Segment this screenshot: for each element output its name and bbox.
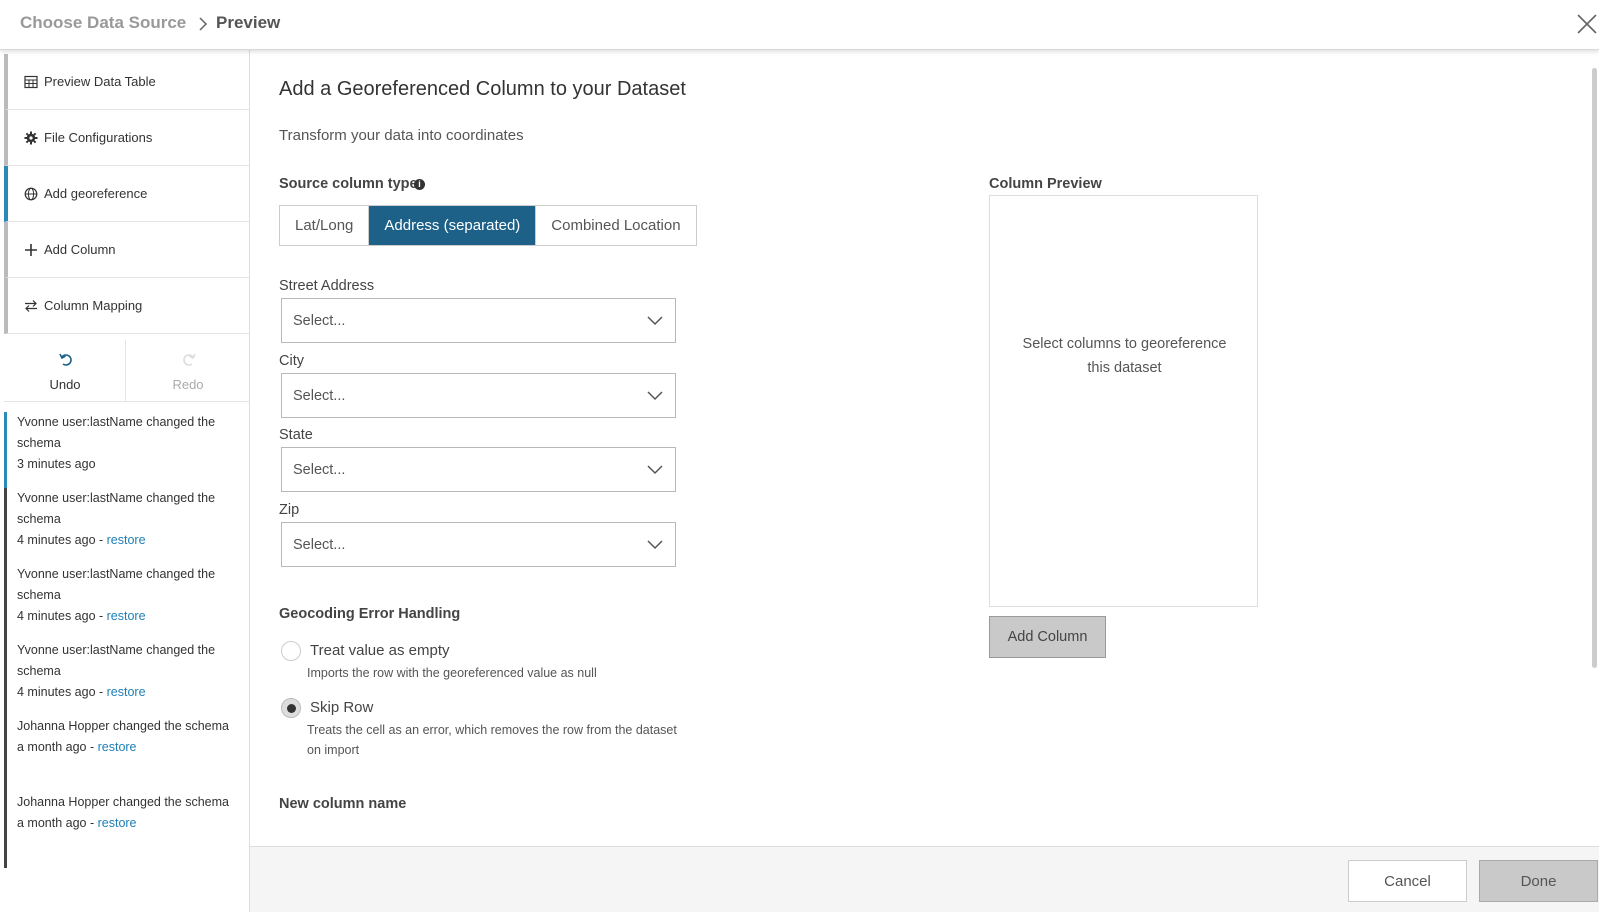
cancel-button[interactable]: Cancel [1348,860,1467,902]
history-time: a month ago - restore [17,740,137,754]
chevron-down-icon [647,465,663,475]
restore-link[interactable]: restore [98,740,137,754]
state-select[interactable]: Select... [281,447,676,492]
history-text: Johanna Hopper changed the schema [17,795,229,809]
zip-label: Zip [279,502,300,518]
column-preview-empty-text: Select columns to georeference this data… [1022,336,1227,376]
add-column-button[interactable]: Add Column [989,616,1106,658]
zip-select[interactable]: Select... [281,522,676,567]
segment-address-separated[interactable]: Address (separated) [369,206,537,245]
main-scrollbar[interactable] [1592,68,1597,668]
history-text: Johanna Hopper changed the schema [17,719,229,733]
history-text: Yvonne user:lastName changed the schema [17,567,216,602]
street-address-label: Street Address [279,278,375,294]
history-text: Yvonne user:lastName changed the schema [17,643,216,678]
select-value: Select... [293,462,346,478]
restore-link[interactable]: restore [107,609,146,623]
skip-row-description: Treats the cell as an error, which remov… [307,723,677,757]
sidebar-item-file-configurations[interactable]: File Configurations [4,110,250,166]
history-time: 4 minutes ago - restore [17,533,146,547]
plus-icon [24,243,38,257]
history-item: Yvonne user:lastName changed the schema … [4,564,250,640]
globe-icon [24,187,38,201]
sidebar-item-preview-data-table[interactable]: Preview Data Table [4,54,250,110]
chevron-down-icon [647,540,663,550]
new-column-name-label: New column name [279,796,407,812]
sidebar-item-add-column[interactable]: Add Column [4,222,250,278]
undo-label: Undo [49,377,81,392]
info-icon[interactable]: i [414,179,425,190]
sidebar-item-label: Column Mapping [44,298,143,313]
history-time: 4 minutes ago - restore [17,685,146,699]
redo-label: Redo [172,377,204,392]
column-preview-box: Select columns to georeference this data… [989,195,1258,607]
chevron-down-icon [647,391,663,401]
street-address-select[interactable]: Select... [281,298,676,343]
restore-link[interactable]: restore [107,533,146,547]
undo-icon [59,353,72,366]
error-handling-label: Geocoding Error Handling [279,606,461,622]
history-time: a month ago - restore [17,816,137,830]
select-value: Select... [293,388,346,404]
column-preview-label: Column Preview [989,176,1102,192]
segment-combined-location[interactable]: Combined Location [536,206,696,245]
redo-button[interactable]: Redo [127,340,249,402]
main-panel: Add a Georeferenced Column to your Datas… [250,50,1599,850]
close-icon[interactable] [1575,12,1599,36]
segment-lat-long[interactable]: Lat/Long [280,206,370,245]
source-type-segmented-control: Lat/Long Address (separated) Combined Lo… [279,205,697,246]
history-item: Yvonne user:lastName changed the schema … [4,640,250,716]
sidebar-item-label: File Configurations [44,130,153,145]
sidebar-item-label: Add Column [44,242,116,257]
page-subtitle: Transform your data into coordinates [279,127,524,144]
change-history-list: Yvonne user:lastName changed the schema … [4,412,250,868]
chevron-right-icon [199,17,208,31]
history-item: Johanna Hopper changed the schema a mont… [4,716,250,792]
modal-header: Choose Data Source Preview [0,0,1599,50]
history-time: 4 minutes ago - restore [17,609,146,623]
breadcrumb-current: Preview [216,13,281,32]
sidebar: Preview Data Table File Configurations A… [0,50,250,912]
sidebar-item-label: Add georeference [44,186,148,201]
skip-row-radio[interactable] [281,698,301,718]
redo-icon [183,353,196,366]
undo-redo-bar: Undo Redo [4,340,250,402]
treat-empty-radio[interactable] [281,641,301,661]
city-select[interactable]: Select... [281,373,676,418]
city-label: City [279,353,304,369]
restore-link[interactable]: restore [98,816,137,830]
treat-empty-description: Imports the row with the georeferenced v… [307,666,597,680]
history-item: Johanna Hopper changed the schema a mont… [4,792,250,868]
sidebar-item-column-mapping[interactable]: Column Mapping [4,278,250,334]
undo-button[interactable]: Undo [4,340,126,402]
table-icon [24,75,38,89]
done-button[interactable]: Done [1479,860,1598,902]
history-text: Yvonne user:lastName changed the schema [17,491,216,526]
skip-row-title: Skip Row [310,699,374,716]
breadcrumb-parent[interactable]: Choose Data Source [20,13,186,33]
page-title: Add a Georeferenced Column to your Datas… [279,78,686,100]
gear-icon [24,131,38,145]
source-type-label: Source column type [279,176,418,192]
history-item: Yvonne user:lastName changed the schema … [4,488,250,564]
restore-link[interactable]: restore [107,685,146,699]
select-value: Select... [293,537,346,553]
history-text: Yvonne user:lastName changed the schema [17,415,216,450]
select-value: Select... [293,313,346,329]
chevron-down-icon [647,316,663,326]
sidebar-item-add-georeference[interactable]: Add georeference [4,166,250,222]
sidebar-item-label: Preview Data Table [44,74,156,89]
swap-icon [24,299,38,313]
state-label: State [279,427,313,443]
history-time: 3 minutes ago [17,457,96,471]
treat-empty-title: Treat value as empty [310,642,450,659]
modal-footer: Cancel Done [250,846,1599,912]
history-item: Yvonne user:lastName changed the schema … [4,412,250,488]
